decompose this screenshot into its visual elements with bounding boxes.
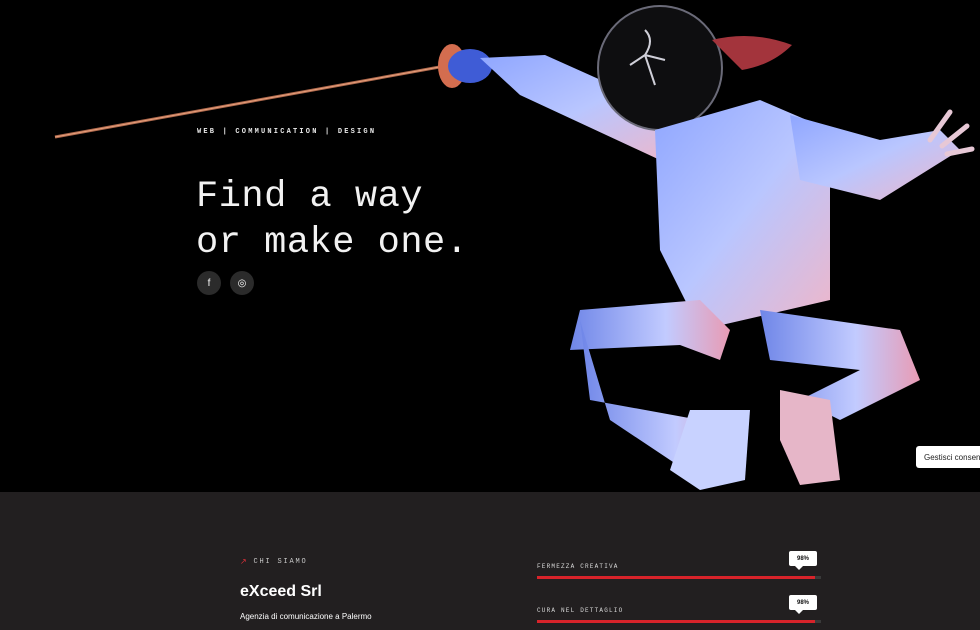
tagline: WEB | COMMUNICATION | DESIGN [197,128,377,136]
progress-fill [537,576,816,579]
headline-line-2: or make one. [196,222,469,264]
skill-label: CURA NEL DETTAGLIO [537,607,624,614]
progress-bar [537,576,821,579]
headline-line-1: Find a way [196,176,424,218]
progress-bar [537,620,821,623]
facebook-button[interactable]: f [197,271,221,295]
instagram-button[interactable]: ◎ [230,271,254,295]
chevron-icon: ↗ [240,558,249,567]
percent-badge: 98% [789,595,817,614]
fencer-image [54,5,975,490]
hero-headline: Find a way or make one. [196,174,468,266]
facebook-icon: f [207,277,211,289]
progress-fill [537,620,816,623]
cookie-consent-button[interactable]: Gestisci consen [916,446,980,468]
company-subtitle: Agenzia di comunicazione a Palermo [240,612,372,621]
eyebrow-label: CHI SIAMO [253,558,308,566]
about-section [0,492,980,630]
percent-badge: 98% [789,551,817,570]
hero-section: WEB | COMMUNICATION | DESIGN Find a way … [0,0,980,492]
skill-label: FERMEZZA CREATIVA [537,563,619,570]
instagram-icon: ◎ [237,277,247,289]
company-name: eXceed Srl [240,583,322,600]
section-eyebrow: ↗ CHI SIAMO [240,557,308,567]
